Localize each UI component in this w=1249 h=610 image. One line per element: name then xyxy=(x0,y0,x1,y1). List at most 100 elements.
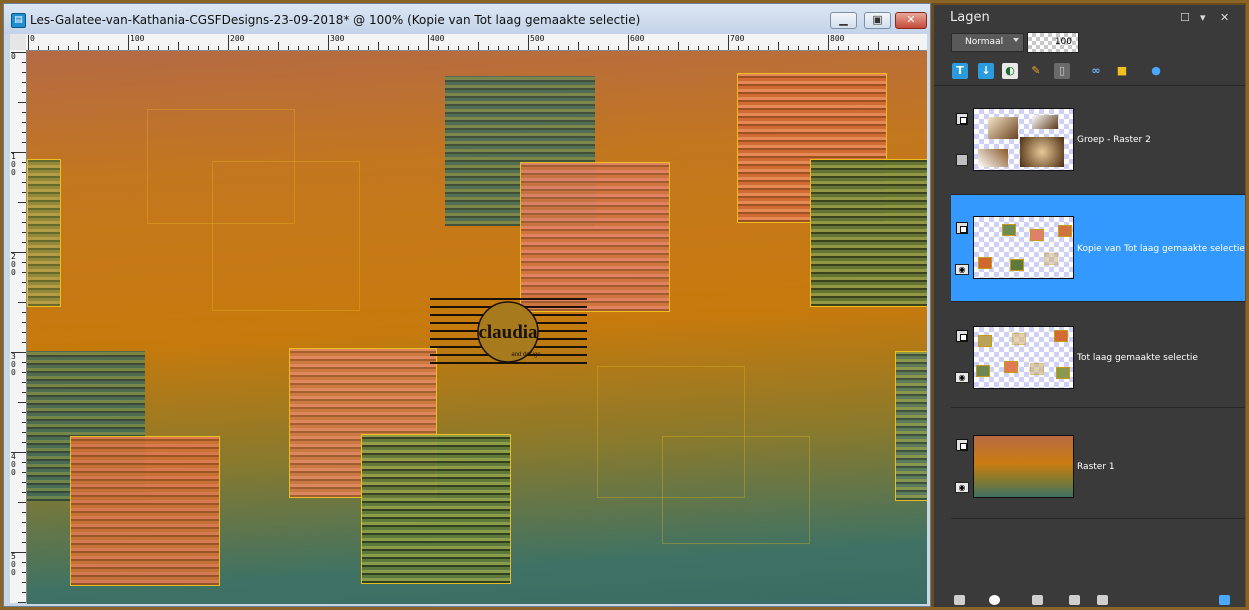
layer-row[interactable]: ◉ Raster 1 xyxy=(951,409,1245,519)
new-adjustment-layer-icon[interactable]: ◐ xyxy=(1002,63,1018,79)
ruler-label: 700 xyxy=(730,34,745,43)
close-button[interactable]: ✕ xyxy=(895,12,927,29)
watermark-subtext: and design xyxy=(511,352,540,358)
layer-styles-icon[interactable]: ● xyxy=(1148,63,1164,79)
watermark-text: claudia xyxy=(478,322,538,343)
ruler-tick xyxy=(58,46,59,50)
ruler-tick xyxy=(748,46,749,50)
link-icon[interactable]: ∞ xyxy=(1088,63,1104,79)
layer-row[interactable]: ◉ Tot laag gemaakte selectie xyxy=(951,302,1245,408)
ruler-tick xyxy=(22,312,26,313)
ruler-tick xyxy=(348,46,349,50)
ruler-tick xyxy=(22,532,26,533)
ruler-tick xyxy=(22,562,26,563)
ruler-tick xyxy=(22,432,26,433)
ruler-label: 500 xyxy=(530,34,545,43)
opacity-field[interactable]: 100 xyxy=(1027,32,1079,53)
ruler-tick xyxy=(22,322,26,323)
thumb-tile xyxy=(1044,253,1058,265)
window-titlebar[interactable]: ▤ Les-Galatee-van-Kathania-CGSFDesigns-2… xyxy=(4,4,930,34)
new-mask-icon[interactable]: ✎ xyxy=(1028,63,1044,79)
image-window: ▤ Les-Galatee-van-Kathania-CGSFDesigns-2… xyxy=(3,3,931,607)
delete-layer-icon[interactable]: ▯ xyxy=(1054,63,1070,79)
ruler-tick xyxy=(22,372,26,373)
canvas-tile xyxy=(895,351,927,501)
canvas-tile xyxy=(70,436,220,586)
ruler-tick xyxy=(488,46,489,50)
vertical-ruler[interactable]: 0 1 0 0 2 0 0 3 0 0 4 0 0 5 0 0 xyxy=(10,50,27,603)
ruler-tick xyxy=(18,502,26,503)
minimize-button[interactable]: ▁ xyxy=(830,12,857,29)
ruler-label: 2 0 0 xyxy=(11,252,16,277)
group-visibility-icon[interactable] xyxy=(956,154,968,166)
ruler-label: 400 xyxy=(430,34,445,43)
ruler-tick xyxy=(568,46,569,50)
thumb-tile xyxy=(1054,330,1068,342)
ruler-tick xyxy=(368,46,369,50)
eye-icon[interactable]: ◉ xyxy=(955,482,969,493)
ruler-tick xyxy=(128,35,129,50)
ruler-tick xyxy=(768,46,769,50)
panel-title: Lagen xyxy=(950,10,990,25)
ruler-tick xyxy=(258,46,259,50)
ruler-tick xyxy=(308,46,309,50)
ruler-tick xyxy=(848,46,849,50)
ruler-tick xyxy=(22,172,26,173)
ruler-tick xyxy=(278,42,279,50)
merge-icon[interactable] xyxy=(1069,595,1080,605)
layer-row-selected[interactable]: ◉ Kopie van Tot laag gemaakte selectie xyxy=(951,195,1245,302)
ruler-label: 5 0 0 xyxy=(11,552,16,577)
thumb-tile xyxy=(1010,259,1024,271)
ruler-tick xyxy=(798,46,799,50)
restore-button[interactable]: ▣ xyxy=(864,12,891,29)
ruler-tick xyxy=(598,46,599,50)
window-title: Les-Galatee-van-Kathania-CGSFDesigns-23-… xyxy=(30,13,641,27)
horizontal-ruler[interactable]: 0 100 200 300 400 500 600 700 800 xyxy=(26,34,927,51)
ruler-tick xyxy=(22,82,26,83)
eye-icon[interactable]: ◉ xyxy=(955,264,969,275)
ruler-tick xyxy=(22,572,26,573)
ruler-tick xyxy=(22,512,26,513)
layer-row[interactable]: Groep - Raster 2 xyxy=(951,89,1245,195)
panel-options-icon[interactable] xyxy=(1219,595,1230,605)
ruler-tick xyxy=(188,46,189,50)
eye-icon[interactable] xyxy=(1032,595,1043,605)
ruler-tick xyxy=(18,102,26,103)
canvas-tile xyxy=(361,434,511,584)
panel-menu-icon[interactable]: ▾ xyxy=(1200,12,1206,23)
minimize-icon: ▁ xyxy=(839,13,848,26)
ruler-tick xyxy=(18,302,26,303)
ruler-tick xyxy=(158,46,159,50)
thumb-tile xyxy=(1030,363,1044,375)
ruler-tick xyxy=(318,46,319,50)
trash-icon[interactable] xyxy=(1097,595,1108,605)
ruler-tick xyxy=(22,422,26,423)
ruler-tick xyxy=(758,46,759,50)
ruler-tick xyxy=(22,592,26,593)
ruler-tick xyxy=(298,46,299,50)
new-layer-icon[interactable] xyxy=(954,595,965,605)
ruler-tick xyxy=(22,182,26,183)
thumb-shape xyxy=(1020,137,1064,167)
image-canvas[interactable]: claudia and design xyxy=(27,51,927,604)
ruler-tick xyxy=(218,46,219,50)
ruler-tick xyxy=(608,46,609,50)
maximize-panel-icon[interactable]: ☐ xyxy=(1180,12,1190,23)
ruler-tick xyxy=(818,46,819,50)
ruler-tick xyxy=(178,42,179,50)
ruler-tick xyxy=(48,46,49,50)
canvas-tile xyxy=(520,162,670,312)
new-raster-layer-icon[interactable]: T xyxy=(952,63,968,79)
ruler-tick xyxy=(238,46,239,50)
mask-icon[interactable] xyxy=(989,595,1000,605)
ruler-tick xyxy=(38,46,39,50)
ruler-tick xyxy=(78,42,79,50)
ruler-tick xyxy=(22,222,26,223)
new-vector-layer-icon[interactable]: ↓ xyxy=(978,63,994,79)
ruler-tick xyxy=(22,292,26,293)
eye-icon[interactable]: ◉ xyxy=(955,372,969,383)
lock-icon[interactable]: ■ xyxy=(1114,63,1130,79)
close-panel-icon[interactable]: ✕ xyxy=(1220,12,1229,23)
blend-mode-dropdown[interactable]: Normaal xyxy=(951,33,1024,52)
ruler-tick xyxy=(528,35,529,50)
